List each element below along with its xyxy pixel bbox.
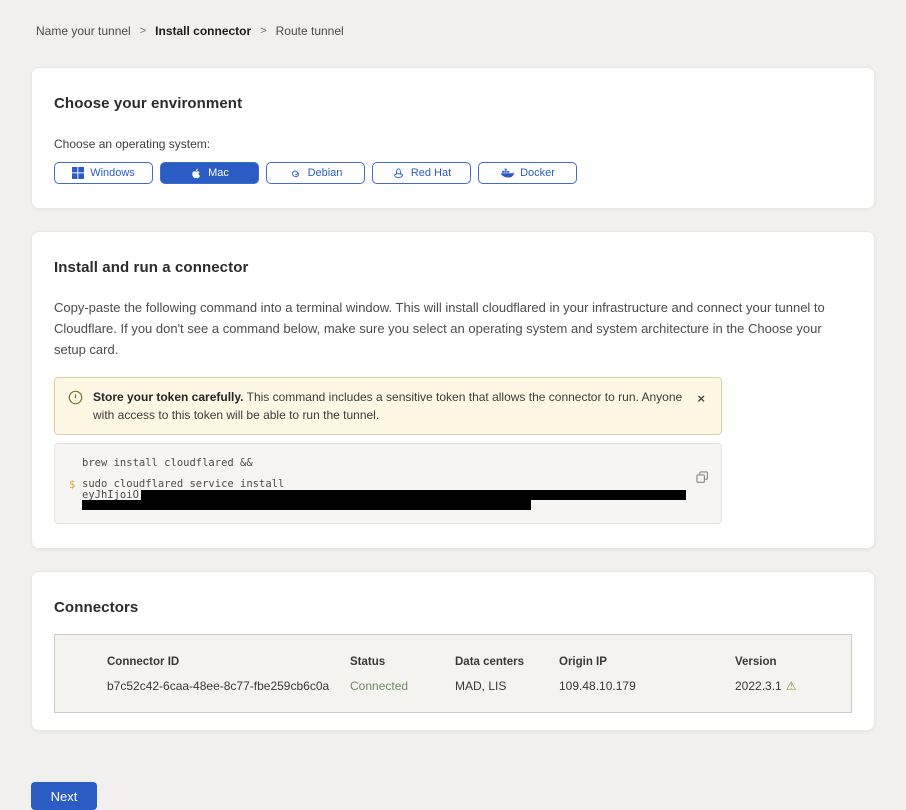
alert-message: Store your token carefully. This command…: [93, 388, 683, 424]
tunnel-setup-page: Name your tunnel > Install connector > R…: [0, 0, 906, 810]
os-button-label: Docker: [520, 167, 555, 179]
install-card-title: Install and run a connector: [54, 259, 852, 276]
debian-icon: [289, 167, 302, 180]
copy-command-button[interactable]: [696, 471, 709, 487]
os-button-group: Windows Mac Debian Red Hat: [54, 162, 852, 184]
os-button-label: Debian: [308, 167, 343, 179]
alert-close-button[interactable]: ×: [693, 388, 709, 409]
shell-prompt: $: [69, 479, 75, 491]
alert-title: Store your token carefully.: [93, 390, 244, 404]
breadcrumb: Name your tunnel > Install connector > R…: [36, 24, 875, 38]
code-line-token: eyJhIjoiO: [82, 490, 681, 500]
os-button-label: Windows: [90, 167, 135, 179]
code-line-brew-install: brew install cloudflared &&: [82, 458, 681, 469]
apple-icon: [190, 167, 202, 180]
column-header-status: Status: [350, 656, 455, 668]
os-button-docker[interactable]: Docker: [478, 162, 577, 184]
breadcrumb-separator: >: [140, 25, 146, 37]
os-button-debian[interactable]: Debian: [266, 162, 365, 184]
token-redaction-bar: [141, 490, 686, 500]
column-header-data-centers: Data centers: [455, 656, 559, 668]
os-button-windows[interactable]: Windows: [54, 162, 153, 184]
alert-info-icon: [68, 388, 83, 410]
connectors-card-title: Connectors: [54, 599, 852, 616]
breadcrumb-separator: >: [260, 25, 266, 37]
environment-card-title: Choose your environment: [54, 95, 852, 112]
os-button-label: Red Hat: [411, 167, 451, 179]
breadcrumb-step-install-connector[interactable]: Install connector: [155, 24, 251, 38]
connectors-card: Connectors Connector ID Status Data cent…: [31, 571, 875, 731]
os-button-red-hat[interactable]: Red Hat: [372, 162, 471, 184]
code-line-token-continued: [82, 500, 681, 510]
windows-icon: [72, 167, 84, 179]
token-redaction-bar: [82, 500, 531, 510]
choose-environment-card: Choose your environment Choose an operat…: [31, 67, 875, 209]
cell-version: 2022.3.1⚠: [735, 679, 841, 693]
install-card-description: Copy-paste the following command into a …: [54, 297, 852, 360]
connectors-table: Connector ID Status Data centers Origin …: [54, 634, 852, 713]
breadcrumb-step-name-your-tunnel[interactable]: Name your tunnel: [36, 24, 131, 38]
os-button-label: Mac: [208, 167, 229, 179]
column-header-origin-ip: Origin IP: [559, 656, 735, 668]
column-header-connector-id: Connector ID: [107, 656, 350, 668]
breadcrumb-step-route-tunnel[interactable]: Route tunnel: [276, 24, 344, 38]
operating-system-label: Choose an operating system:: [54, 137, 852, 151]
install-command-codeblock: $ brew install cloudflared && sudo cloud…: [54, 443, 722, 524]
column-header-version: Version: [735, 656, 841, 668]
token-warning-alert: Store your token carefully. This command…: [54, 377, 722, 435]
code-line-service-install: sudo cloudflared service install: [82, 479, 681, 490]
cell-status: Connected: [350, 679, 455, 693]
os-button-mac[interactable]: Mac: [160, 162, 259, 184]
install-connector-card: Install and run a connector Copy-paste t…: [31, 231, 875, 549]
cell-connector-id: b7c52c42-6caa-48ee-8c77-fbe259cb6c0a: [107, 679, 350, 693]
cell-origin-ip: 109.48.10.179: [559, 679, 735, 693]
next-button[interactable]: Next: [31, 782, 97, 810]
docker-icon: [500, 167, 514, 179]
cell-data-centers: MAD, LIS: [455, 679, 559, 693]
red-hat-icon: [392, 167, 405, 180]
version-warning-icon: ⚠: [786, 679, 797, 693]
copy-icon: [696, 472, 709, 487]
